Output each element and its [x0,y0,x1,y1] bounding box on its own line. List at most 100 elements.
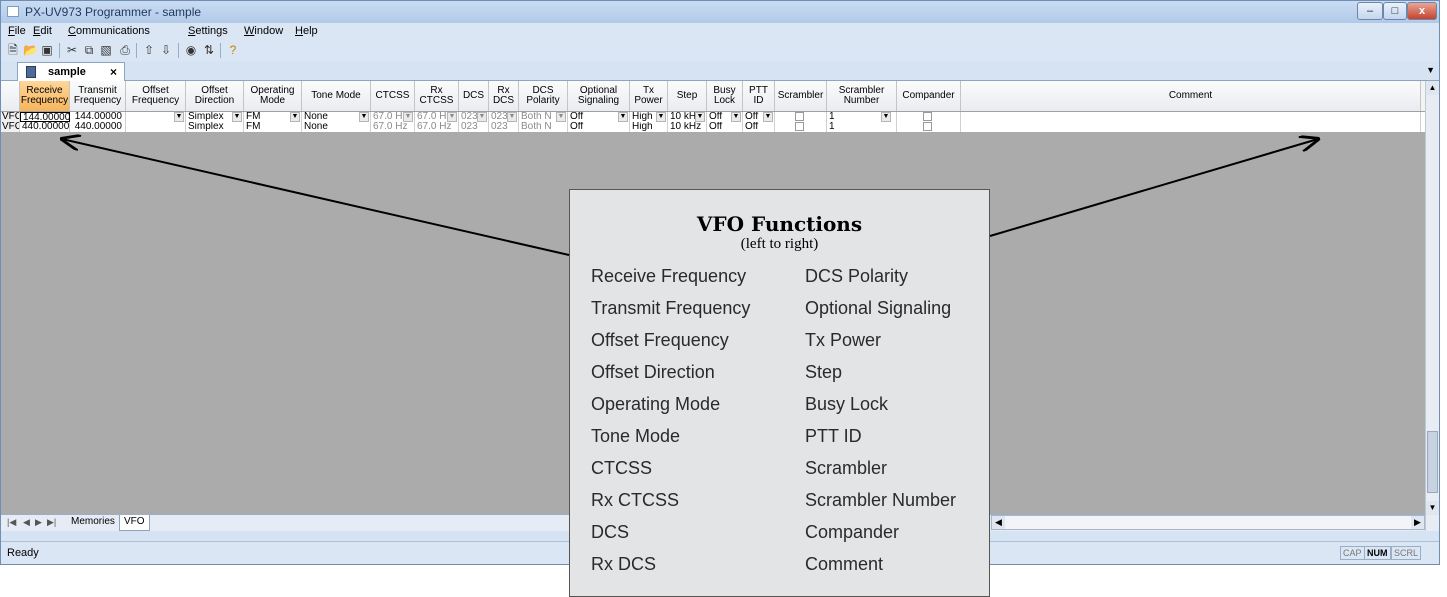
dropdown-arrow-icon[interactable]: ▼ [359,112,369,122]
column-header-comment[interactable]: Comment [961,81,1421,111]
last-sheet-icon[interactable]: ▶| [47,517,56,528]
rx-ctcss-cell[interactable]: 67.0 Hz ▼ [415,112,459,122]
move-up-icon[interactable]: ⇧ [142,43,156,57]
rx-dcs-cell[interactable]: 023 [489,122,519,132]
column-header-transmit-frequency[interactable]: Transmit Frequency [70,81,126,111]
dropdown-arrow-icon[interactable]: ▼ [881,112,891,122]
operating-mode-cell[interactable]: FM [244,122,302,132]
tab-list-dropdown-icon[interactable]: ▼ [1426,65,1435,75]
offset-direction-cell[interactable]: Simplex ▼ [186,112,244,122]
busy-lock-cell[interactable]: Off [707,122,743,132]
column-header-dcs[interactable]: DCS [459,81,489,111]
menu-help[interactable]: Help [295,25,318,37]
save-icon[interactable]: ▣ [40,43,54,57]
column-header-operating-mode[interactable]: Operating Mode [244,81,302,111]
column-header-receive-frequency[interactable]: Receive Frequency [20,81,70,111]
new-icon[interactable]: 🗎 [6,43,20,57]
column-header-ptt-id[interactable]: PTT ID [743,81,775,111]
dropdown-arrow-icon[interactable]: ▼ [447,112,457,122]
menu-window[interactable]: Window [244,25,283,37]
dropdown-arrow-icon[interactable]: ▼ [618,112,628,122]
offset-frequency-cell[interactable]: ▼ [126,112,186,122]
tx-power-cell[interactable]: High [630,122,668,132]
step-cell[interactable]: 10 kHz ▼ [668,112,707,122]
column-header-optional-signaling[interactable]: Optional Signaling [568,81,630,111]
row-header[interactable]: VFO [1,112,20,122]
vertical-scrollbar[interactable]: ▲ ▼ [1425,81,1439,531]
column-header-compander[interactable]: Compander [897,81,961,111]
tone-mode-cell[interactable]: None [302,122,371,132]
rx-ctcss-cell[interactable]: 67.0 Hz [415,122,459,132]
paste-icon[interactable]: ▧ [99,43,113,57]
close-button[interactable]: x [1407,2,1437,20]
tx-power-cell[interactable]: High ▼ [630,112,668,122]
next-sheet-icon[interactable]: ▶ [35,517,42,528]
tone-mode-cell[interactable]: None ▼ [302,112,371,122]
column-header-rx-ctcss[interactable]: Rx CTCSS [415,81,459,111]
dropdown-arrow-icon[interactable]: ▼ [695,112,705,122]
sort-icon[interactable]: ⇅ [202,43,216,57]
busy-lock-cell[interactable]: Off ▼ [707,112,743,122]
dcs-cell[interactable]: 023 [459,122,489,132]
offset-direction-cell[interactable]: Simplex [186,122,244,132]
ctcss-cell[interactable]: 67.0 Hz [371,122,415,132]
menu-file[interactable]: File [8,25,26,37]
comment-cell[interactable] [961,112,1421,122]
copy-icon[interactable]: ⧉ [82,43,96,57]
dropdown-arrow-icon[interactable]: ▼ [174,112,184,122]
scroll-thumb[interactable] [1427,431,1438,493]
ctcss-cell[interactable]: 67.0 Hz ▼ [371,112,415,122]
scroll-left-icon[interactable]: ◀ [992,516,1005,529]
row-header[interactable]: VFO [1,122,20,132]
dcs-polarity-cell[interactable]: Both N ▼ [519,112,568,122]
optional-signaling-cell[interactable]: Off ▼ [568,112,630,122]
scroll-down-icon[interactable]: ▼ [1426,501,1439,515]
move-down-icon[interactable]: ⇩ [159,43,173,57]
dropdown-arrow-icon[interactable]: ▼ [290,112,300,122]
maximize-button[interactable]: □ [1383,2,1407,20]
column-header-ctcss[interactable]: CTCSS [371,81,415,111]
find-icon[interactable]: ◉ [184,43,198,57]
menu-communications[interactable]: Communications [68,25,150,37]
column-header-offset-direction[interactable]: Offset Direction [186,81,244,111]
dcs-cell[interactable]: 023 ▼ [459,112,489,122]
scrambler-number-cell[interactable]: 1 [827,122,897,132]
dropdown-arrow-icon[interactable]: ▼ [403,112,413,122]
operating-mode-cell[interactable]: FM ▼ [244,112,302,122]
scrambler-checkbox[interactable] [795,122,804,131]
scrambler-number-cell[interactable]: 1 ▼ [827,112,897,122]
menu-settings[interactable]: Settings [188,25,228,37]
horizontal-scrollbar[interactable]: ◀ ▶ [991,515,1425,530]
compander-checkbox[interactable] [923,122,932,131]
first-sheet-icon[interactable]: |◀ [7,517,16,528]
ptt-id-cell[interactable]: Off ▼ [743,112,775,122]
receive-frequency-cell[interactable]: 144.00000 [20,112,70,122]
sheet-tab-vfo[interactable]: VFO [119,515,150,531]
column-header-rx-dcs[interactable]: Rx DCS [489,81,519,111]
dropdown-arrow-icon[interactable]: ▼ [731,112,741,122]
column-header-busy-lock[interactable]: Busy Lock [707,81,743,111]
offset-frequency-cell[interactable] [126,122,186,132]
column-header-dcs-polarity[interactable]: DCS Polarity [519,81,568,111]
scrambler-checkbox[interactable] [795,112,804,121]
prev-sheet-icon[interactable]: ◀ [23,517,30,528]
dropdown-arrow-icon[interactable]: ▼ [556,112,566,122]
scroll-up-icon[interactable]: ▲ [1426,81,1439,95]
cut-icon[interactable]: ✂ [65,43,79,57]
transmit-frequency-cell[interactable]: 144.00000 [70,112,126,122]
dropdown-arrow-icon[interactable]: ▼ [507,112,517,122]
rx-dcs-cell[interactable]: 023 ▼ [489,112,519,122]
dcs-polarity-cell[interactable]: Both N [519,122,568,132]
dropdown-arrow-icon[interactable]: ▼ [232,112,242,122]
dropdown-arrow-icon[interactable]: ▼ [763,112,773,122]
column-header-tx-power[interactable]: Tx Power [630,81,668,111]
close-tab-icon[interactable]: × [110,65,117,79]
scroll-right-icon[interactable]: ▶ [1411,516,1424,529]
open-icon[interactable]: 📂 [23,43,38,57]
column-header-step[interactable]: Step [668,81,707,111]
dropdown-arrow-icon[interactable]: ▼ [477,112,487,122]
compander-checkbox[interactable] [923,112,932,121]
receive-frequency-cell[interactable]: 440.00000 [20,122,70,132]
column-header-offset-frequency[interactable]: Offset Frequency [126,81,186,111]
print-icon[interactable]: ⎙ [118,43,132,57]
